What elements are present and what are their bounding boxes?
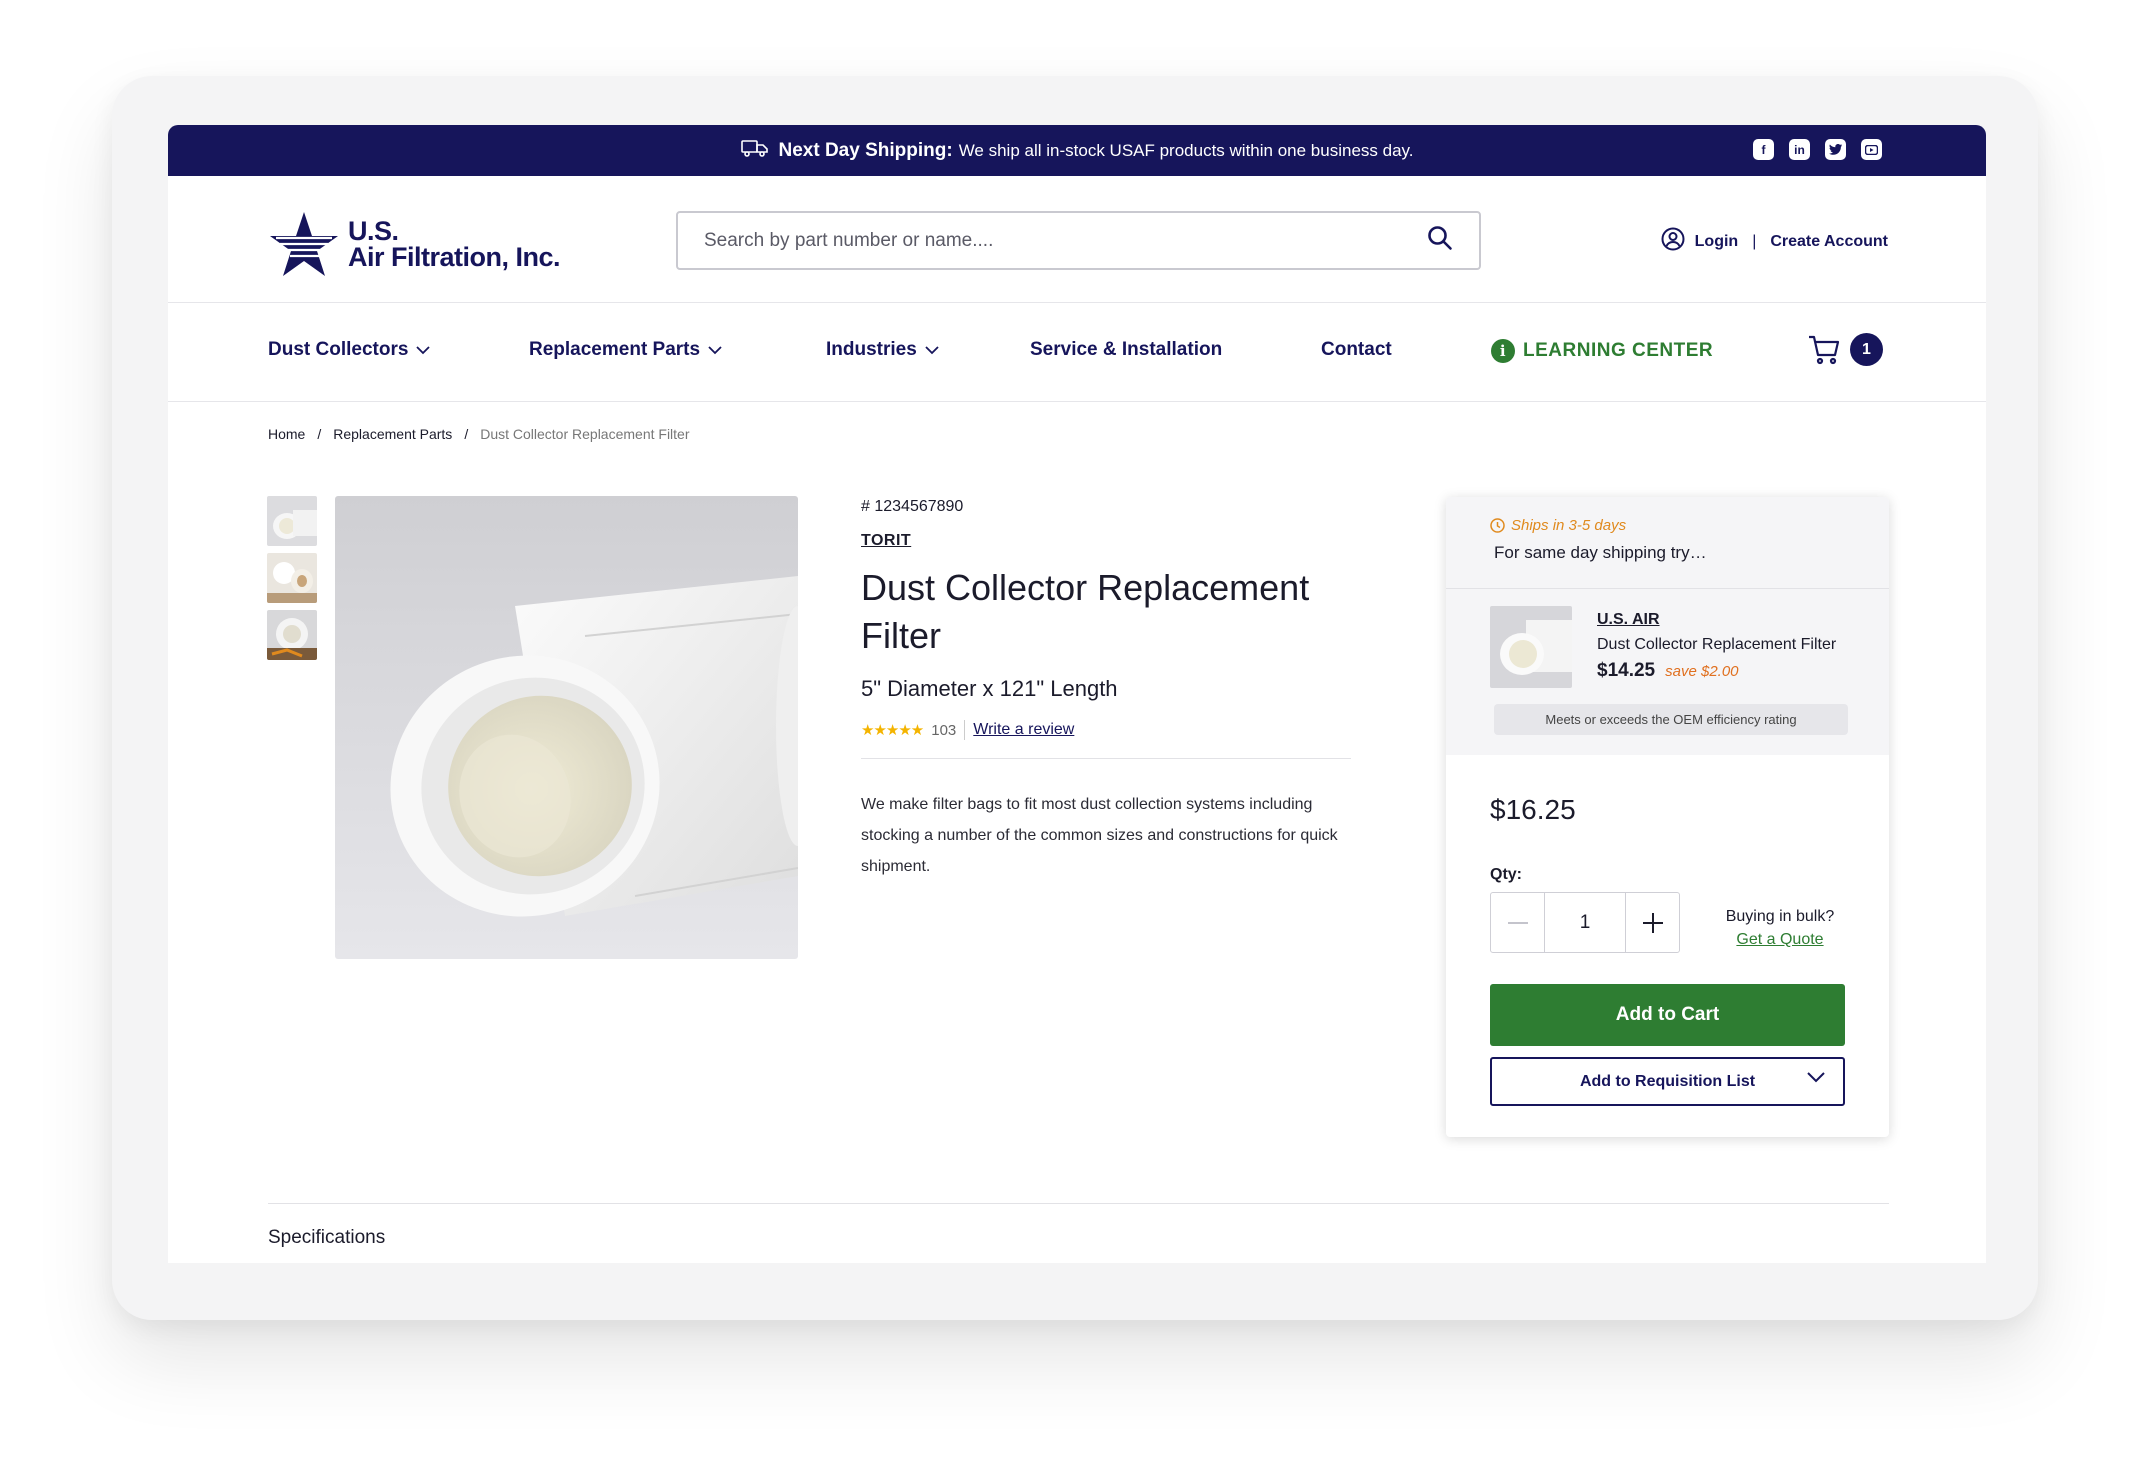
logo-line-1: U.S. xyxy=(348,216,399,246)
thumbnail-3[interactable] xyxy=(267,610,317,660)
youtube-icon[interactable] xyxy=(1861,139,1882,160)
plus-icon xyxy=(1642,912,1663,933)
bulk-quote: Buying in bulk? Get a Quote xyxy=(1720,905,1840,951)
nav-learning-center[interactable]: i LEARNING CENTER xyxy=(1491,339,1713,363)
alternative-savings: save $2.00 xyxy=(1665,663,1739,680)
chevron-down-icon xyxy=(925,345,939,354)
cart-count-badge: 1 xyxy=(1850,333,1883,366)
decrement-button[interactable] xyxy=(1491,893,1545,952)
main-nav: Dust Collectors Replacement Parts Indust… xyxy=(168,303,1986,402)
ships-text: Ships in 3-5 days xyxy=(1511,517,1627,534)
bulk-text: Buying in bulk? xyxy=(1725,908,1835,925)
breadcrumb-category[interactable]: Replacement Parts xyxy=(333,426,452,442)
requisition-label: Add to Requisition List xyxy=(1579,1072,1756,1090)
quantity-stepper: 1 xyxy=(1490,892,1680,953)
minus-icon xyxy=(1507,921,1528,924)
alternative-brand-link[interactable]: U.S. AIR xyxy=(1597,611,1660,629)
company-logo[interactable]: U.S. Air Filtration, Inc. xyxy=(268,208,561,280)
nav-label: Industries xyxy=(826,339,917,360)
browser-screen: Next Day Shipping: We ship all in-stock … xyxy=(168,125,1986,1263)
nav-replacement-parts[interactable]: Replacement Parts xyxy=(529,339,722,361)
thumbnail-1[interactable] xyxy=(267,496,317,546)
login-link[interactable]: Login xyxy=(1695,233,1739,251)
alternative-price: $14.25 save $2.00 xyxy=(1597,660,1739,682)
alternative-product-image[interactable] xyxy=(1490,606,1572,688)
product-info: # 1234567890 TORIT Dust Collector Replac… xyxy=(861,498,1351,882)
product-brand-link[interactable]: TORIT xyxy=(861,532,1351,550)
nav-label: Contact xyxy=(1321,339,1392,360)
product-dimensions: 5" Diameter x 121" Length xyxy=(861,676,1118,701)
chevron-down-icon xyxy=(708,345,722,354)
info-divider xyxy=(861,758,1351,759)
account-separator: | xyxy=(1752,232,1757,250)
info-icon: i xyxy=(1491,339,1515,363)
product-title: Dust Collector Replacement Filter xyxy=(861,567,1310,656)
panel-divider xyxy=(1446,588,1889,589)
write-review-link[interactable]: Write a review xyxy=(973,721,1074,739)
cart-button[interactable]: 1 xyxy=(1808,333,1883,366)
nav-label: Dust Collectors xyxy=(268,339,409,360)
truck-icon xyxy=(740,139,769,162)
clock-icon xyxy=(1490,518,1505,533)
social-links: f in xyxy=(1753,139,1882,160)
announcement-bar: Next Day Shipping: We ship all in-stock … xyxy=(168,125,1986,176)
nav-industries[interactable]: Industries xyxy=(826,339,939,361)
quantity-label: Qty: xyxy=(1490,866,1522,883)
chevron-down-icon xyxy=(416,345,431,354)
star-rating-icon: ★★★★★ xyxy=(861,722,924,739)
breadcrumb-home[interactable]: Home xyxy=(268,426,305,442)
product-price: $16.25 xyxy=(1490,794,1576,825)
breadcrumb-separator: / xyxy=(317,426,322,442)
rating-divider xyxy=(964,720,966,740)
nav-dust-collectors[interactable]: Dust Collectors xyxy=(268,339,431,361)
same-day-text: For same day shipping try… xyxy=(1494,543,1707,562)
nav-service-installation[interactable]: Service & Installation xyxy=(1030,339,1222,361)
nav-contact[interactable]: Contact xyxy=(1321,339,1392,361)
add-to-requisition-button[interactable]: Add to Requisition List xyxy=(1490,1057,1845,1106)
twitter-icon[interactable] xyxy=(1825,139,1846,160)
product-rating: ★★★★★ 103 Write a review xyxy=(861,720,1351,740)
alternative-price-value: $14.25 xyxy=(1597,660,1656,681)
thumbnail-2[interactable] xyxy=(267,553,317,603)
cart-icon xyxy=(1809,335,1840,364)
account-links: Login | Create Account xyxy=(1661,227,1888,256)
breadcrumb: Home / Replacement Parts / Dust Collecto… xyxy=(268,426,690,442)
site-header: U.S. Air Filtration, Inc. Login | Create… xyxy=(168,176,1986,303)
create-account-link[interactable]: Create Account xyxy=(1770,233,1888,251)
linkedin-icon[interactable]: in xyxy=(1789,139,1810,160)
breadcrumb-separator: / xyxy=(464,426,469,442)
product-sku: # 1234567890 xyxy=(861,498,964,515)
specs-divider xyxy=(268,1203,1889,1204)
nav-label: Replacement Parts xyxy=(529,339,701,360)
quantity-value[interactable]: 1 xyxy=(1545,893,1625,952)
nav-label: Service & Installation xyxy=(1030,339,1223,360)
product-description: We make filter bags to fit most dust col… xyxy=(861,796,1338,875)
star-logo-icon xyxy=(270,212,338,276)
search-box xyxy=(676,211,1481,270)
user-icon[interactable] xyxy=(1661,227,1685,256)
nav-label: LEARNING CENTER xyxy=(1523,340,1714,361)
ships-notice: Ships in 3-5 days xyxy=(1490,517,1626,534)
add-to-cart-button[interactable]: Add to Cart xyxy=(1490,984,1845,1046)
product-main-image[interactable] xyxy=(335,496,798,959)
search-input[interactable] xyxy=(704,229,1427,252)
get-quote-link[interactable]: Get a Quote xyxy=(1736,931,1823,948)
shipping-headline: Next Day Shipping: xyxy=(778,139,953,161)
alternative-product-name[interactable]: Dust Collector Replacement Filter xyxy=(1597,636,1836,654)
image-thumbnails xyxy=(267,496,317,660)
purchase-panel: Ships in 3-5 days For same day shipping … xyxy=(1446,497,1889,1137)
logo-line-2: Air Filtration, Inc. xyxy=(348,242,561,272)
specifications-tab[interactable]: Specifications xyxy=(268,1227,385,1249)
chevron-down-icon xyxy=(1807,1072,1825,1083)
facebook-icon[interactable]: f xyxy=(1753,139,1774,160)
breadcrumb-current: Dust Collector Replacement Filter xyxy=(480,426,690,442)
search-icon[interactable] xyxy=(1427,225,1453,256)
alternative-offer: Ships in 3-5 days For same day shipping … xyxy=(1446,497,1889,755)
rating-count: 103 xyxy=(931,721,957,739)
oem-rating-badge: Meets or exceeds the OEM efficiency rati… xyxy=(1494,704,1848,735)
increment-button[interactable] xyxy=(1625,893,1679,952)
shipping-text: We ship all in-stock USAF products withi… xyxy=(958,140,1414,160)
